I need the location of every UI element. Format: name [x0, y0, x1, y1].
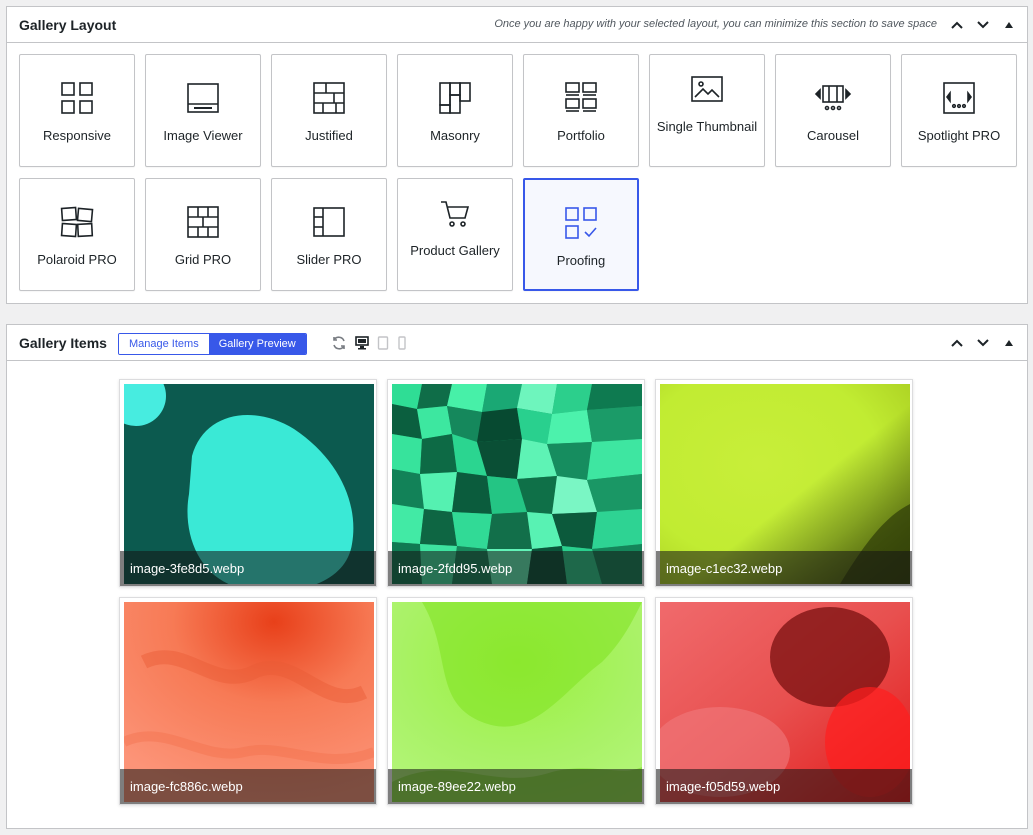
toggle-panel-button[interactable] — [999, 15, 1019, 35]
layout-responsive[interactable]: Responsive — [19, 54, 135, 167]
masonry-icon — [439, 82, 471, 114]
carousel-icon — [814, 85, 852, 111]
tile-label: Product Gallery — [410, 243, 500, 258]
slider-icon — [313, 207, 345, 237]
tile-label: Carousel — [806, 128, 860, 143]
tile-label: Spotlight PRO — [917, 128, 1001, 143]
desktop-icon — [355, 336, 369, 350]
gallery-item[interactable]: image-2fdd95.webp — [387, 379, 645, 587]
desktop-view-button[interactable] — [355, 336, 369, 350]
layout-carousel[interactable]: Carousel — [775, 54, 891, 167]
refresh-button[interactable] — [331, 335, 347, 351]
tile-label: Slider PRO — [296, 252, 362, 267]
layout-proofing[interactable]: Proofing — [523, 178, 639, 291]
proofing-icon — [565, 207, 597, 239]
gallery-layout-header: Gallery Layout Once you are happy with y… — [7, 7, 1027, 43]
responsive-grid-icon — [61, 82, 93, 114]
chevron-down-icon — [977, 21, 989, 29]
gallery-item[interactable]: image-c1ec32.webp — [655, 379, 913, 587]
collapse-triangle-icon — [1005, 340, 1013, 346]
gallery-items-title: Gallery Items — [19, 334, 107, 351]
chevron-up-icon — [951, 21, 963, 29]
tile-label: Responsive — [43, 128, 111, 143]
gallery-layout-panel: Gallery Layout Once you are happy with y… — [6, 6, 1028, 304]
tile-label: Image Viewer — [163, 128, 243, 143]
image-caption: image-3fe8d5.webp — [120, 551, 376, 586]
gallery-item[interactable]: image-3fe8d5.webp — [119, 379, 377, 587]
move-up-button[interactable] — [947, 15, 967, 35]
layout-product-gallery[interactable]: Product Gallery — [397, 178, 513, 291]
tile-label: Grid PRO — [174, 252, 232, 267]
shopping-cart-icon — [441, 201, 470, 227]
move-down-button[interactable] — [973, 15, 993, 35]
mobile-view-button[interactable] — [397, 336, 407, 350]
gallery-item[interactable]: image-f05d59.webp — [655, 597, 913, 805]
gallery-items-panel: Gallery Items Manage Items Gallery Previ… — [6, 324, 1028, 829]
spotlight-icon — [943, 82, 975, 114]
layout-single-thumbnail[interactable]: Single Thumbnail — [649, 54, 765, 167]
move-down-button[interactable] — [973, 333, 993, 353]
image-caption: image-2fdd95.webp — [388, 551, 644, 586]
portfolio-icon — [565, 82, 597, 112]
single-thumbnail-icon — [691, 76, 723, 102]
chevron-down-icon — [977, 339, 989, 347]
layout-image-viewer[interactable]: Image Viewer — [145, 54, 261, 167]
tablet-view-button[interactable] — [377, 336, 389, 350]
tile-label: Single Thumbnail — [652, 118, 762, 136]
tile-label: Justified — [305, 128, 353, 143]
tile-label: Proofing — [556, 253, 606, 268]
gallery-preview-button[interactable]: Gallery Preview — [208, 334, 306, 354]
view-mode-toggle: Manage Items Gallery Preview — [118, 333, 307, 355]
chevron-up-icon — [951, 339, 963, 347]
layout-polaroid-pro[interactable]: Polaroid PRO — [19, 178, 135, 291]
layout-justified[interactable]: Justified — [271, 54, 387, 167]
refresh-icon — [333, 336, 345, 350]
layout-portfolio[interactable]: Portfolio — [523, 54, 639, 167]
toggle-panel-button[interactable] — [999, 333, 1019, 353]
tile-label: Portfolio — [557, 128, 605, 143]
layout-grid-pro[interactable]: Grid PRO — [145, 178, 261, 291]
gallery-item[interactable]: image-89ee22.webp — [387, 597, 645, 805]
tile-label-text: Single Thumbnail — [656, 119, 758, 134]
gallery-items-header: Gallery Items Manage Items Gallery Previ… — [7, 325, 1027, 361]
collapse-triangle-icon — [1005, 22, 1013, 28]
minimize-hint: Once you are happy with your selected la… — [494, 18, 937, 30]
tablet-icon — [377, 336, 389, 350]
tile-label: Masonry — [430, 128, 480, 143]
image-caption: image-fc886c.webp — [120, 769, 376, 804]
grid-pro-icon — [187, 206, 219, 238]
image-caption: image-c1ec32.webp — [656, 551, 912, 586]
gallery-layout-title: Gallery Layout — [19, 16, 117, 33]
gallery-item[interactable]: image-fc886c.webp — [119, 597, 377, 805]
layout-slider-pro[interactable]: Slider PRO — [271, 178, 387, 291]
manage-items-button[interactable]: Manage Items — [119, 334, 209, 354]
justified-icon — [313, 82, 345, 114]
image-caption: image-89ee22.webp — [388, 769, 644, 804]
move-up-button[interactable] — [947, 333, 967, 353]
image-caption: image-f05d59.webp — [656, 769, 912, 804]
image-viewer-icon — [187, 83, 219, 113]
polaroid-icon — [60, 206, 94, 238]
mobile-icon — [398, 336, 406, 350]
layout-spotlight-pro[interactable]: Spotlight PRO — [901, 54, 1017, 167]
layout-masonry[interactable]: Masonry — [397, 54, 513, 167]
tile-label: Polaroid PRO — [37, 252, 117, 267]
